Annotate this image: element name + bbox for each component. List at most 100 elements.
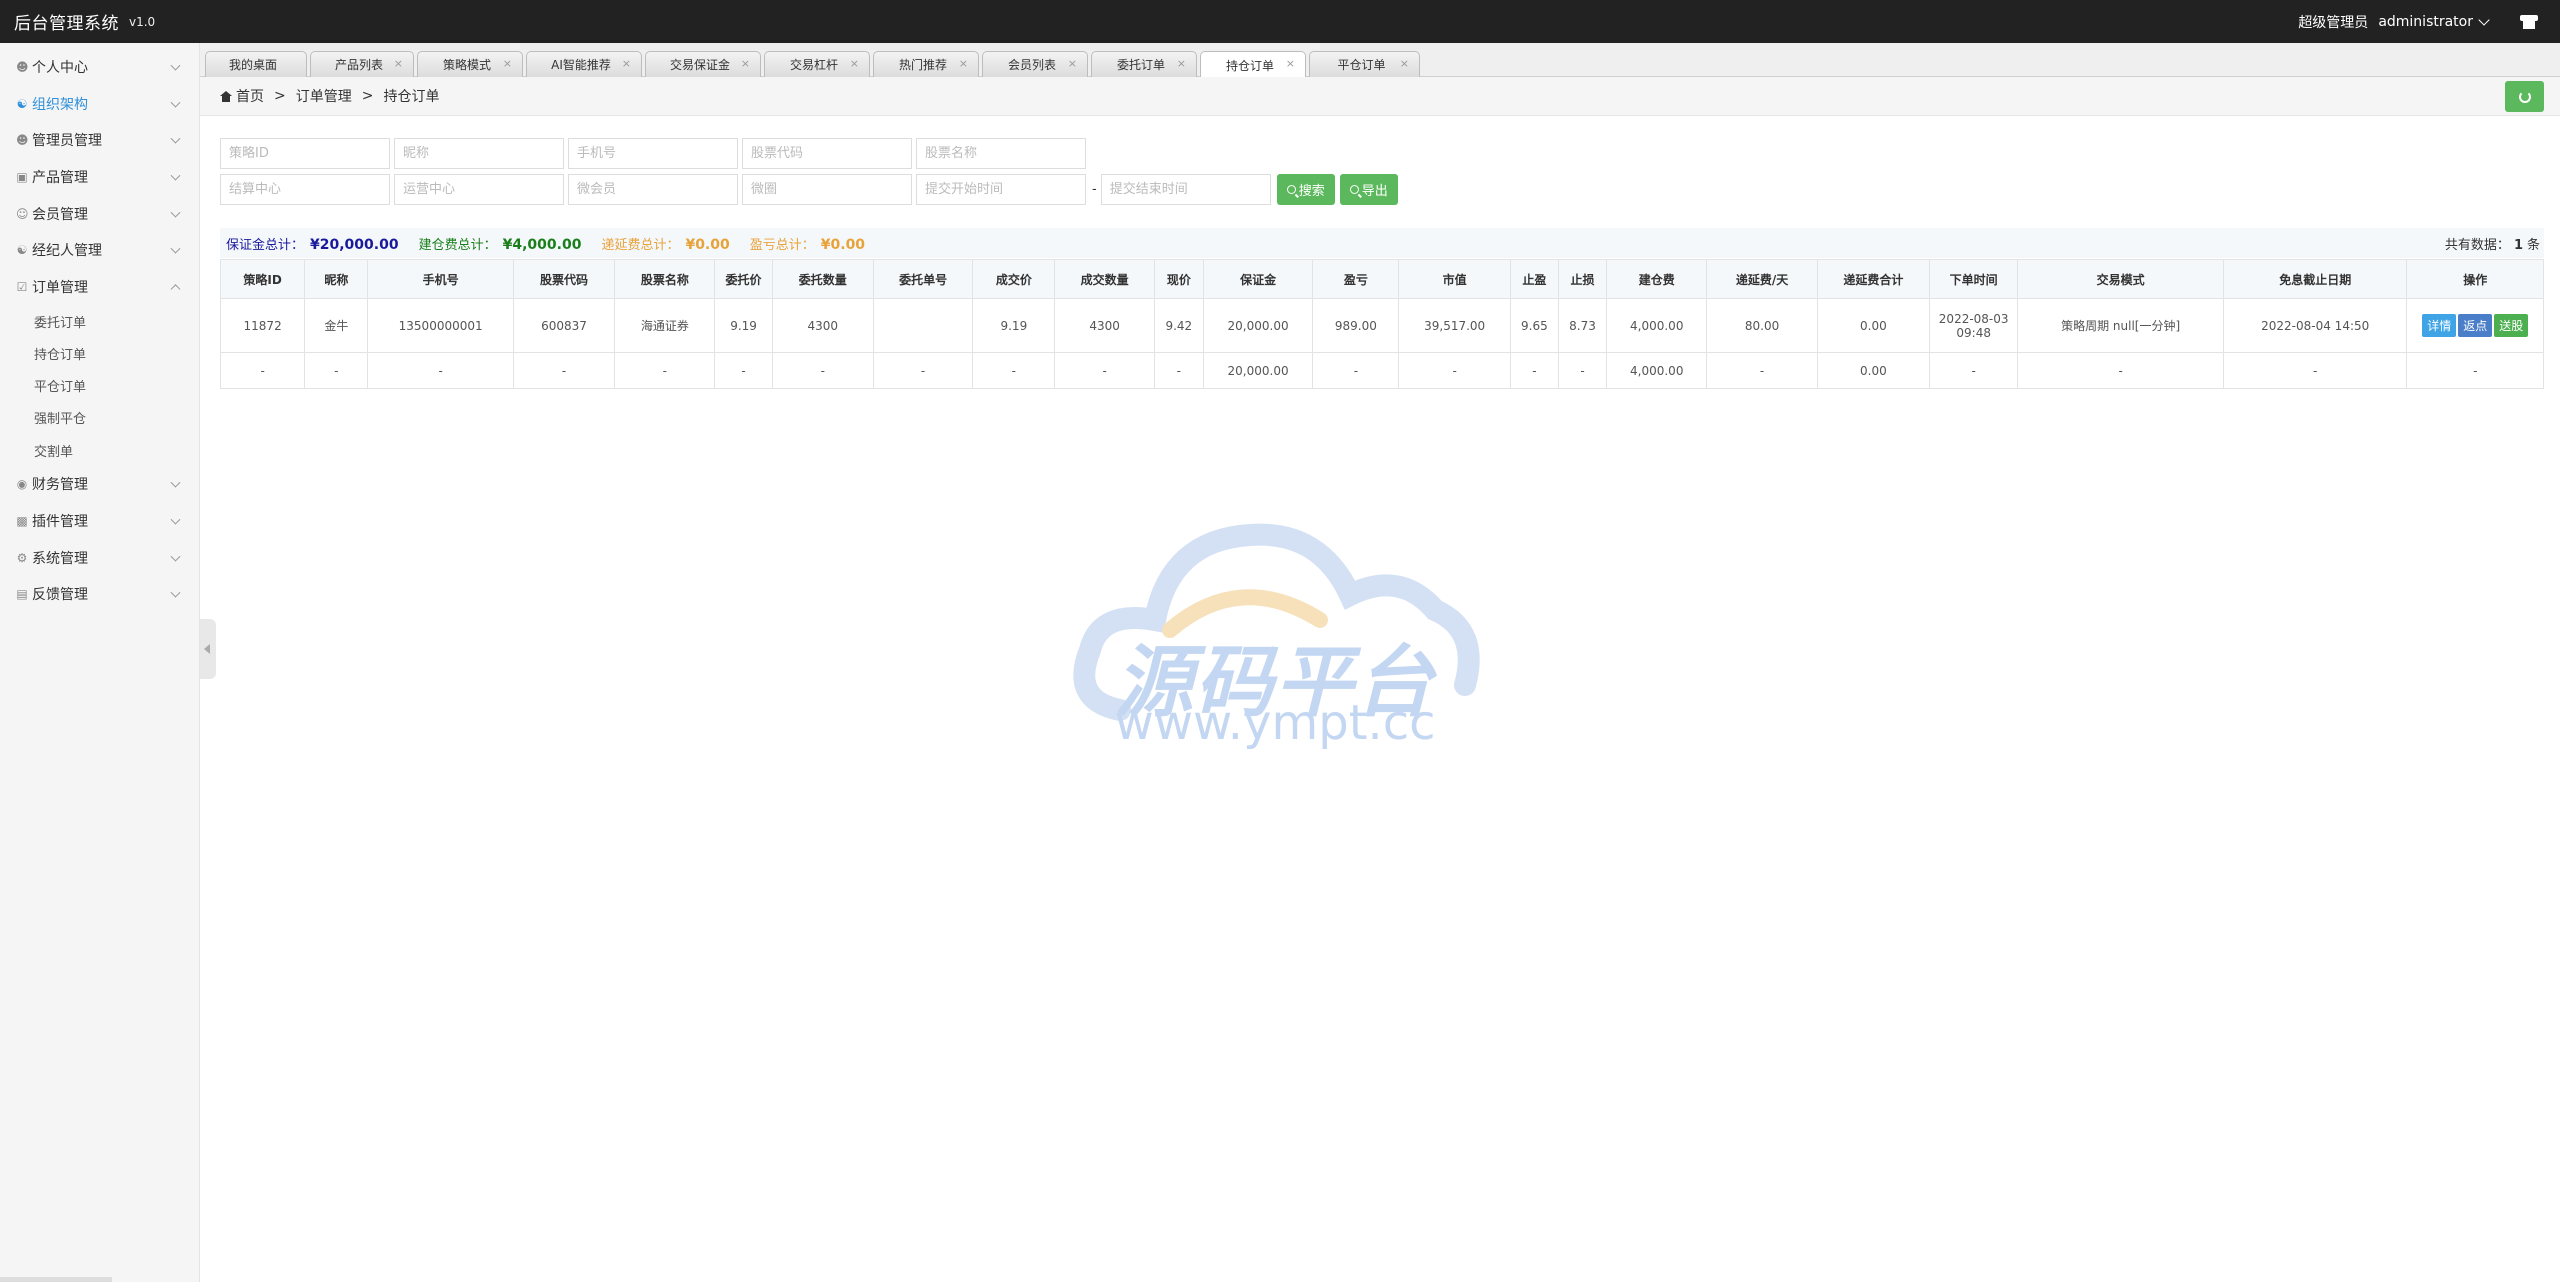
phone-input[interactable] (568, 138, 738, 169)
sidebar-item-orders[interactable]: ☑ 订单管理 (0, 269, 199, 306)
sidebar-item-products[interactable]: ▣ 产品管理 (0, 159, 199, 196)
tab-trade-margin[interactable]: 交易保证金 × (645, 51, 761, 77)
micro-member-input[interactable] (568, 174, 738, 205)
open-fee-total-label: 建仓费总计： (418, 237, 497, 253)
close-icon[interactable]: × (1286, 57, 1295, 70)
search-button-label: 搜索 (1298, 184, 1325, 199)
total-cell: - (512, 352, 616, 389)
column-header: 止盈 (1509, 259, 1559, 299)
org-icon: ☯ (16, 96, 28, 111)
total-cell: - (1509, 352, 1559, 389)
sidebar: ☻ 个人中心 ☯ 组织架构 ☻ 管理员管理 ▣ 产品管理 ☺ 会员管理 ☯ 经纪人管理 ☑ 订… (0, 43, 200, 1282)
total-cell: - (219, 352, 306, 389)
sidebar-item-brokers[interactable]: ☯ 经纪人管理 (0, 232, 199, 269)
user-role: 超级管理员 (2298, 14, 2369, 31)
sidebar-item-system[interactable]: ⚙ 系统管理 (0, 539, 199, 576)
close-icon[interactable]: × (1177, 57, 1186, 70)
skin-icon[interactable] (2520, 14, 2538, 29)
sidebar-subitem-closed-orders[interactable]: 平仓订单 (0, 370, 199, 402)
settle-center-input[interactable] (220, 174, 390, 205)
column-header: 委托数量 (771, 259, 874, 299)
refresh-button[interactable] (2505, 81, 2544, 112)
tab-desktop[interactable]: 我的桌面 (205, 51, 307, 77)
stock-code-input[interactable] (742, 138, 912, 169)
close-icon[interactable]: × (1068, 57, 1077, 70)
sidebar-item-members[interactable]: ☺ 会员管理 (0, 195, 199, 232)
strategy-id-input[interactable] (220, 138, 390, 169)
close-icon[interactable]: × (1400, 57, 1409, 70)
sidebar-collapse-handle[interactable] (200, 619, 216, 679)
sidebar-item-finance[interactable]: ◉ 财务管理 (0, 466, 199, 503)
record-count-value: 1 (2513, 237, 2523, 253)
breadcrumb-separator: > (274, 88, 286, 104)
sidebar-subitem-position-orders[interactable]: 持仓订单 (0, 337, 199, 369)
cell-phone: 13500000001 (367, 298, 514, 353)
rebate-button[interactable]: 返点 (2458, 314, 2493, 337)
cell-actions: 详情 返点 送股 (2406, 298, 2544, 353)
tab-hot-recommend[interactable]: 热门推荐 × (873, 51, 979, 77)
column-header: 成交数量 (1054, 259, 1155, 299)
close-icon[interactable]: × (741, 57, 750, 70)
user-menu[interactable]: administrator (2378, 14, 2490, 30)
sidebar-item-admins[interactable]: ☻ 管理员管理 (0, 122, 199, 159)
record-count: 共有数据： 1 条 (2445, 234, 2540, 253)
end-time-input[interactable] (1100, 174, 1271, 205)
sidebar-scrollbar[interactable] (0, 1277, 112, 1282)
total-cell: - (714, 352, 773, 389)
search-icon (1349, 185, 1359, 194)
broker-icon: ☯ (16, 243, 28, 258)
table-total-row: - - - - - - - - - - - 20,000.00 - - - - … (219, 352, 2544, 389)
search-button[interactable]: 搜索 (1276, 174, 1335, 205)
close-icon[interactable]: × (959, 57, 968, 70)
breadcrumb-home[interactable]: 首页 (236, 86, 264, 106)
sidebar-subitem-forced-close[interactable]: 强制平仓 (0, 402, 199, 434)
sidebar-item-plugins[interactable]: ▩ 插件管理 (0, 503, 199, 540)
tab-member-list[interactable]: 会员列表 × (982, 51, 1088, 77)
sidebar-subitem-delivery[interactable]: 交割单 (0, 434, 199, 466)
total-cell: - (2017, 352, 2224, 389)
column-header: 递延费合计 (1816, 259, 1931, 299)
deliver-stock-button[interactable]: 送股 (2494, 314, 2529, 337)
breadcrumb-level1[interactable]: 订单管理 (296, 86, 352, 106)
nickname-input[interactable] (394, 138, 564, 169)
total-cell: - (1706, 352, 1818, 389)
chevron-down-icon (170, 514, 181, 525)
tab-entrust-orders[interactable]: 委托订单 × (1091, 51, 1197, 77)
export-button[interactable]: 导出 (1339, 174, 1398, 205)
ops-center-input[interactable] (394, 174, 564, 205)
close-icon[interactable]: × (622, 57, 631, 70)
sidebar-item-personal[interactable]: ☻ 个人中心 (0, 49, 199, 86)
detail-button[interactable]: 详情 (2422, 314, 2457, 337)
sidebar-item-feedback[interactable]: ▤ 反馈管理 (0, 576, 199, 613)
tab-strategy-mode[interactable]: 策略模式 × (417, 51, 523, 77)
close-icon[interactable]: × (850, 57, 859, 70)
date-range-dash: - (1092, 182, 1097, 197)
defer-fee-total: 递延费总计： ¥0.00 (601, 234, 729, 253)
chevron-down-icon (170, 243, 181, 254)
sidebar-item-label: 组织架构 (32, 96, 88, 113)
table-header-row: 策略ID 昵称 手机号 股票代码 股票名称 委托价 委托数量 委托单号 成交价 … (219, 259, 2544, 299)
tab-label: 我的桌面 (228, 58, 277, 72)
close-icon[interactable]: × (394, 57, 403, 70)
tab-position-orders[interactable]: 持仓订单 × (1200, 51, 1306, 78)
start-time-input[interactable] (916, 174, 1086, 205)
stock-name-input[interactable] (916, 138, 1086, 169)
column-header: 昵称 (304, 259, 369, 299)
total-cell: - (1929, 352, 2019, 389)
sidebar-subitem-entrust-orders[interactable]: 委托订单 (0, 305, 199, 337)
sidebar-item-label: 产品管理 (32, 170, 88, 187)
defer-fee-total-label: 递延费总计： (601, 237, 680, 253)
close-icon[interactable]: × (503, 57, 512, 70)
chevron-down-icon (170, 134, 181, 145)
cell-order-price: 9.19 (714, 298, 773, 353)
micro-circle-input[interactable] (742, 174, 912, 205)
order-date: 2022-08-03 (1938, 311, 2009, 326)
tab-label: 委托订单 (1116, 58, 1165, 72)
tab-trade-leverage[interactable]: 交易杠杆 × (764, 51, 870, 77)
table-row[interactable]: 11872 金牛 13500000001 600837 海通证券 9.19 43… (219, 298, 2544, 353)
total-defer: 0.00 (1816, 352, 1931, 389)
tab-closed-orders[interactable]: 平仓订单 × (1309, 51, 1420, 77)
sidebar-item-organization[interactable]: ☯ 组织架构 (0, 86, 199, 123)
tab-product-list[interactable]: 产品列表 × (310, 51, 414, 77)
tab-ai-recommend[interactable]: AI智能推荐 × (526, 51, 642, 77)
